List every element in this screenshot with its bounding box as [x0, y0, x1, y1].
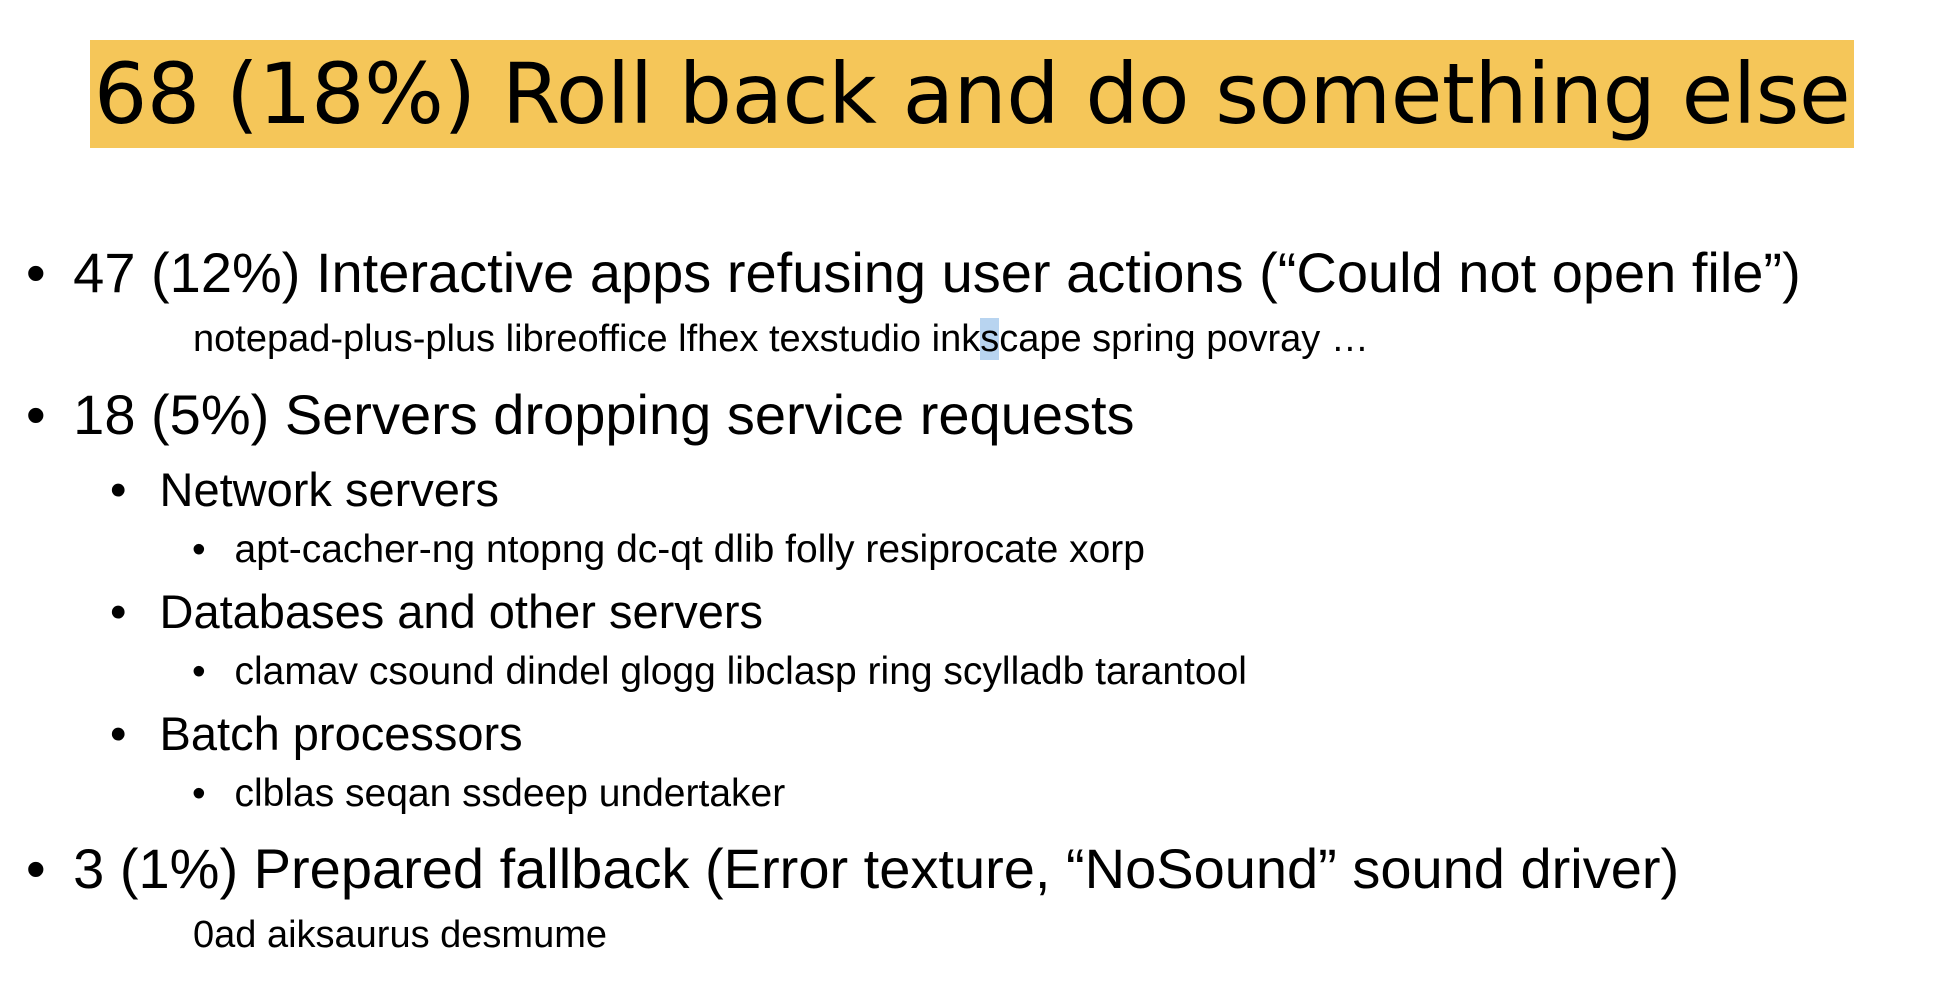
bullet-icon: • — [192, 528, 206, 571]
examples-text-after: cape spring povray … — [999, 318, 1369, 360]
item-examples: 0ad aiksaurus desmume — [193, 914, 607, 957]
subitem-network-servers: • Network servers — [110, 462, 499, 517]
bullet-icon: • — [110, 585, 127, 638]
item-heading: 47 (12%) Interactive apps refusing user … — [73, 241, 1801, 304]
subitem-databases: • Databases and other servers — [110, 584, 763, 639]
examples-text: clblas seqan ssdeep undertaker — [234, 772, 786, 815]
bullet-icon: • — [192, 772, 206, 815]
bullet-icon: • — [110, 707, 127, 760]
subsubitem-database-examples: • clamav csound dindel glogg libclasp ri… — [192, 650, 1247, 694]
bullet-icon: • — [110, 463, 127, 516]
bullet-icon: • — [26, 837, 46, 900]
examples-text: 0ad aiksaurus desmume — [193, 914, 607, 956]
subitem-label: Databases and other servers — [159, 585, 764, 638]
selection-highlight[interactable]: s — [980, 318, 1000, 360]
bullet-item-servers: • 18 (5%) Servers dropping service reque… — [26, 382, 1135, 447]
subitem-label: Network servers — [159, 463, 500, 516]
bullet-icon: • — [192, 650, 206, 693]
item-examples: notepad-plus-plus libreoffice lfhex texs… — [193, 318, 1369, 361]
bullet-item-interactive-apps: • 47 (12%) Interactive apps refusing use… — [26, 240, 1801, 305]
subsubitem-network-examples: • apt-cacher-ng ntopng dc-qt dlib folly … — [192, 528, 1145, 572]
subitem-label: Batch processors — [159, 707, 523, 760]
bullet-item-prepared-fallback: • 3 (1%) Prepared fallback (Error textur… — [26, 836, 1679, 901]
title-banner: 68 (18%) Roll back and do something else — [0, 40, 1944, 148]
examples-text-before: notepad-plus-plus libreoffice lfhex texs… — [193, 318, 981, 360]
subitem-batch-processors: • Batch processors — [110, 706, 523, 761]
examples-text: clamav csound dindel glogg libclasp ring… — [234, 650, 1247, 693]
examples-text: apt-cacher-ng ntopng dc-qt dlib folly re… — [234, 528, 1145, 571]
slide-title: 68 (18%) Roll back and do something else — [89, 40, 1855, 148]
subsubitem-batch-examples: • clblas seqan ssdeep undertaker — [192, 772, 785, 816]
item-heading: 18 (5%) Servers dropping service request… — [73, 383, 1135, 446]
bullet-icon: • — [26, 241, 46, 304]
bullet-icon: • — [26, 383, 46, 446]
item-heading: 3 (1%) Prepared fallback (Error texture,… — [73, 837, 1680, 900]
